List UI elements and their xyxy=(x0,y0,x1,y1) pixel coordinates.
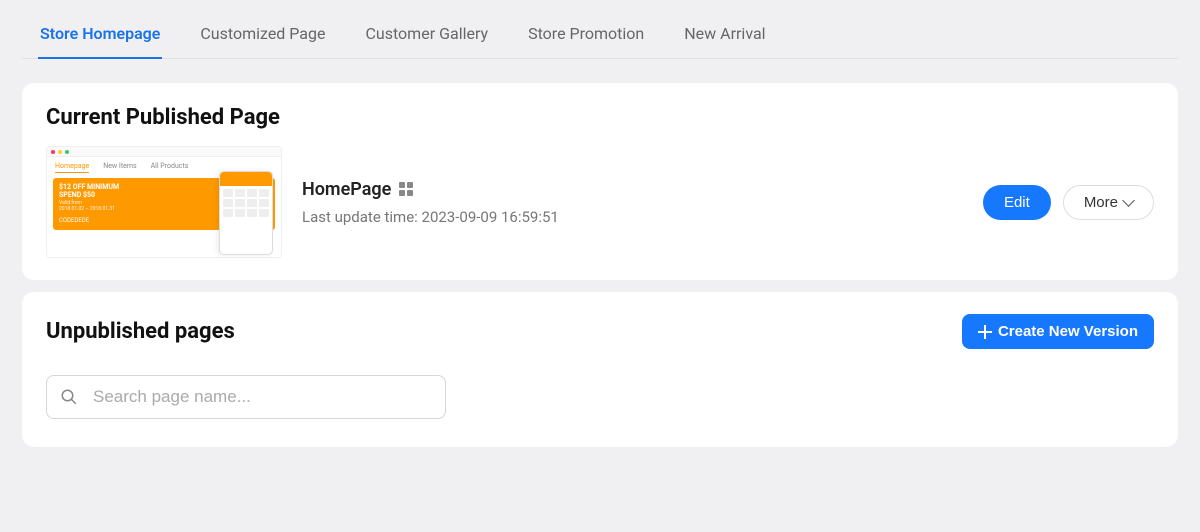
nav-tabs: Store Homepage Customized Page Customer … xyxy=(22,16,1178,59)
page-name: HomePage xyxy=(302,179,391,200)
create-new-version-label: Create New Version xyxy=(998,323,1138,340)
page-info: HomePage Last update time: 2023-09-09 16… xyxy=(302,179,559,226)
page-thumbnail[interactable]: Homepage New Items All Products $12 OFF … xyxy=(46,146,282,258)
tab-customer-gallery[interactable]: Customer Gallery xyxy=(363,16,490,59)
tab-store-promotion[interactable]: Store Promotion xyxy=(526,16,646,59)
create-new-version-button[interactable]: Create New Version xyxy=(962,314,1154,349)
thumb-tab-homepage: Homepage xyxy=(55,162,89,173)
page-update-time: Last update time: 2023-09-09 16:59:51 xyxy=(302,208,559,226)
search-input[interactable] xyxy=(46,375,446,419)
thumb-tab-new-items: New Items xyxy=(103,162,136,173)
published-section-title: Current Published Page xyxy=(46,105,1154,130)
edit-button[interactable]: Edit xyxy=(983,185,1051,220)
unpublished-card: Unpublished pages Create New Version xyxy=(22,292,1178,447)
thumb-tab-all-products: All Products xyxy=(151,162,189,173)
layout-grid-icon[interactable] xyxy=(399,182,413,196)
search-icon xyxy=(60,388,78,406)
more-button[interactable]: More xyxy=(1063,185,1154,220)
thumb-code: CODEDEDE xyxy=(59,217,89,224)
tab-store-homepage[interactable]: Store Homepage xyxy=(38,16,162,59)
thumb-mobile-preview xyxy=(219,171,273,255)
published-card: Current Published Page Homepage New Item… xyxy=(22,83,1178,280)
tab-customized-page[interactable]: Customized Page xyxy=(198,16,327,59)
tab-new-arrival[interactable]: New Arrival xyxy=(682,16,767,59)
chevron-down-icon xyxy=(1122,194,1135,207)
plus-icon xyxy=(978,325,992,339)
unpublished-section-title: Unpublished pages xyxy=(46,319,235,344)
more-button-label: More xyxy=(1084,194,1118,211)
